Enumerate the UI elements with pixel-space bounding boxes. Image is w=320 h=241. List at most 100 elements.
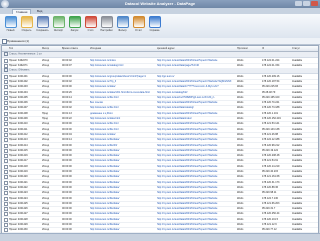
- cell-src[interactable]: домашнее и ц Фото: [90, 111, 155, 116]
- cell-src[interactable]: http://www.test.ru/data.html: [90, 116, 155, 121]
- cell-dst[interactable]: http://my.test.ru/test/data/2003/01/test…: [157, 211, 235, 216]
- toolbar-button-7[interactable]: Фильтр: [115, 15, 130, 36]
- cell-dst[interactable]: http://my.test.ru/test/data/2003/01/test…: [157, 227, 235, 232]
- cell-src[interactable]: http://www.test.ru/file/data/: [90, 222, 155, 227]
- cell-dst[interactable]: http://my.test.ru/test/ru/2?WEB/Hgh-test…: [157, 95, 235, 100]
- cell-dst[interactable]: http://my.test.ru/test/data/2003/01/test…: [157, 79, 235, 84]
- toolbar-button-5[interactable]: Стоп: [83, 15, 98, 36]
- cell-dst[interactable]: http://my.test.ru/test/data/2003/01/test…: [157, 127, 235, 132]
- cell-dst[interactable]: http://my.test.ru/test/data/catalog/: [157, 105, 235, 110]
- cell-dst[interactable]: http://my.test.ru/test/data/2003/01/test…: [157, 148, 235, 153]
- toolbar-button-9[interactable]: Справка: [147, 15, 162, 36]
- cell-dst[interactable]: http://my.test.ru/test/data/2003/01/test…: [157, 143, 235, 148]
- cell-type: Проект 4001407: [9, 106, 28, 110]
- toolbar-button-4[interactable]: Запуск: [67, 15, 82, 36]
- cell-dst[interactable]: http://go.test.ru/: [157, 74, 235, 79]
- cell-ip: 95.220.19.122: [262, 148, 278, 152]
- cell-proto: Webs: [237, 191, 244, 195]
- cell-src[interactable]: http://www.test.ru/file/data/: [90, 158, 155, 163]
- cell-dst[interactable]: http://my.test.ru/test/data/2003/01/test…: [157, 217, 235, 222]
- cell-src[interactable]: http://www.test.ru/file/data/: [90, 201, 155, 206]
- cell-src[interactable]: Без ссылки: [90, 100, 155, 105]
- cell-dst[interactable]: http://my.test.ru/test/data/2003/01/test…: [157, 180, 235, 185]
- expand-icon[interactable]: [4, 52, 8, 56]
- column-header[interactable]: Целевой адрес: [157, 46, 175, 51]
- cell-ip: 95.220.98.11: [262, 191, 277, 195]
- cell-src[interactable]: http://www.test.ru/file/data/: [90, 206, 155, 211]
- column-header[interactable]: Исходная: [90, 46, 101, 51]
- cell-src[interactable]: http://www.test.ru/file/data/: [90, 217, 155, 222]
- cell-src[interactable]: http://www.test.ru/file/data/: [90, 148, 155, 153]
- maximize-button[interactable]: [303, 1, 310, 6]
- cell-src[interactable]: http://www.test.ru/file.html: [90, 127, 155, 132]
- cell-dst[interactable]: http://my.test.ru/test/data/2003/01/test…: [157, 121, 235, 126]
- cell-dst[interactable]: http://my.test.ru/test/data/2003/01/test…: [157, 185, 235, 190]
- cell-src[interactable]: http://www.test.ru/file/data/: [90, 153, 155, 158]
- cell-src[interactable]: http://www.test.ru/catalog.html: [90, 63, 155, 68]
- cell-src[interactable]: http://www.test.ru/file/data/: [90, 211, 155, 216]
- column-header[interactable]: IP: [262, 46, 264, 51]
- cell-dst[interactable]: http://my.test.ru/test/data/2003/01/test…: [157, 164, 235, 169]
- cell-src[interactable]: http://www.test.ru/file/data/: [90, 227, 155, 232]
- column-header[interactable]: Тип: [9, 46, 13, 51]
- toolbar-button-8[interactable]: Отчёт: [131, 15, 146, 36]
- cell-src[interactable]: http://www.test.ru/file/03/: [90, 143, 155, 148]
- column-header[interactable]: Метод: [42, 46, 49, 51]
- cell-dst[interactable]: http://my.test.ru/test/data/2003/01/test…: [157, 58, 235, 63]
- cell-dst[interactable]: http://my.test.ru/test/data/2003/01/test…: [157, 153, 235, 158]
- cell-src[interactable]: http://www.test.ru/data/1/01.html-Фото-i…: [90, 90, 155, 95]
- cell-type: Проект 4001419: [9, 170, 28, 173]
- toolbar-button-1[interactable]: Открыть: [19, 15, 34, 36]
- cell-dst[interactable]: http://my.test.ru/test/data/1/?????i-tes…: [157, 84, 235, 89]
- cell-src[interactable]: http://www.test.ru/data/: [90, 132, 155, 137]
- cell-dst[interactable]: http://my.test.ru/test/data/2003/01/test…: [157, 196, 235, 201]
- cell-type: Проект 4001411: [9, 127, 28, 131]
- cell-src[interactable]: http://www.test.ru/file/data/: [90, 137, 155, 142]
- cell-src[interactable]: http://www.test.ru/file/data/: [90, 180, 155, 185]
- cell-dst[interactable]: http://my.test.ru/test/data/page/?id=46: [157, 63, 235, 68]
- cell-src[interactable]: http://www.test.ru/file.html: [90, 121, 155, 126]
- cell-dst[interactable]: http://my.test.ru/test/data/2003/01/test…: [157, 100, 235, 105]
- toolbar-button-0[interactable]: Новый: [3, 15, 18, 36]
- cell-dst[interactable]: http://my.test.ru/test/data/2003/01/test…: [157, 206, 235, 211]
- cell-dst[interactable]: http://my.test.ru/test/data/2003/01/test…: [157, 201, 235, 206]
- toolbar-button-3[interactable]: Экспорт: [51, 15, 66, 36]
- cell-src[interactable]: http://www.test.ru/file/data/: [90, 190, 155, 195]
- close-button[interactable]: [311, 1, 318, 6]
- column-header[interactable]: Время ответа: [62, 46, 78, 51]
- toolbar-button-6[interactable]: Настройки: [99, 15, 114, 36]
- cell-src[interactable]: http://www.test.ru/file/data/: [90, 174, 155, 179]
- toolbar-button-2[interactable]: Сохранить: [35, 15, 50, 36]
- row-checkbox[interactable]: [4, 228, 8, 233]
- cell-src[interactable]: http://www.test.ru/file.html: [90, 95, 155, 100]
- window-title: Datacol Website Analyzer - DataPage: [124, 1, 196, 6]
- window-controls: [295, 1, 318, 6]
- cell-dst[interactable]: http://my.test.ru/test/data/2003/01/test…: [157, 158, 235, 163]
- cell-src[interactable]: http://www.test.ru/data/: [90, 84, 155, 89]
- cell-dst[interactable]: http://my.test.ru/test/data/2003/01/test…: [157, 137, 235, 142]
- column-header[interactable]: Протокол: [237, 46, 248, 51]
- expand-icon[interactable]: [4, 68, 8, 73]
- cell-dst[interactable]: http://my.test.ru/test/data/2003/01/test…: [157, 132, 235, 137]
- cell-dst[interactable]: http://my.test.ru/catalog/full/: [157, 90, 235, 95]
- cell-src[interactable]: http://www.test.ru/file/data/: [90, 196, 155, 201]
- cell-dst[interactable]: http://my.test.ru/test/data/2003/01/test…: [157, 174, 235, 179]
- cell-src[interactable]: http://www.test.ru/index: [90, 58, 155, 63]
- cell-dst[interactable]: http://my.test.ru/test/data/index/: [157, 116, 235, 121]
- cell-type: Проект 4001402: [9, 79, 28, 83]
- cell-src[interactable]: http://www.test.ru/file/data/: [90, 169, 155, 174]
- cell-type: Проект 4001404: [9, 90, 28, 94]
- column-header[interactable]: Статус: [292, 46, 300, 51]
- cell-src[interactable]: http://www.test.ru/group/data/1/test/1.h…: [90, 74, 155, 79]
- group-label: Статус: Неотвеченные: 1 шт: [9, 52, 42, 56]
- cell-dst[interactable]: http://my.test.ru/test/data/2003/01/test…: [157, 169, 235, 174]
- cell-src[interactable]: http://www.test.ru/file/data/: [90, 164, 155, 169]
- minimize-button[interactable]: [295, 1, 302, 6]
- cell-src[interactable]: http://www.test.ru/file/data/: [90, 185, 155, 190]
- cell-src[interactable]: http://www.test.ru/?tp_3: [90, 79, 155, 84]
- cell-dst[interactable]: http://my.test.ru/test/data/2003/01/test…: [157, 190, 235, 195]
- cell-dst[interactable]: http://my.test.ru/test/data/2003/01/test…: [157, 111, 235, 116]
- cell-src[interactable]: http://www.test.ru/file.html: [90, 105, 155, 110]
- export-icon: [52, 16, 65, 28]
- cell-dst[interactable]: http://my.test.ru/test/data/2003/01/test…: [157, 222, 235, 227]
